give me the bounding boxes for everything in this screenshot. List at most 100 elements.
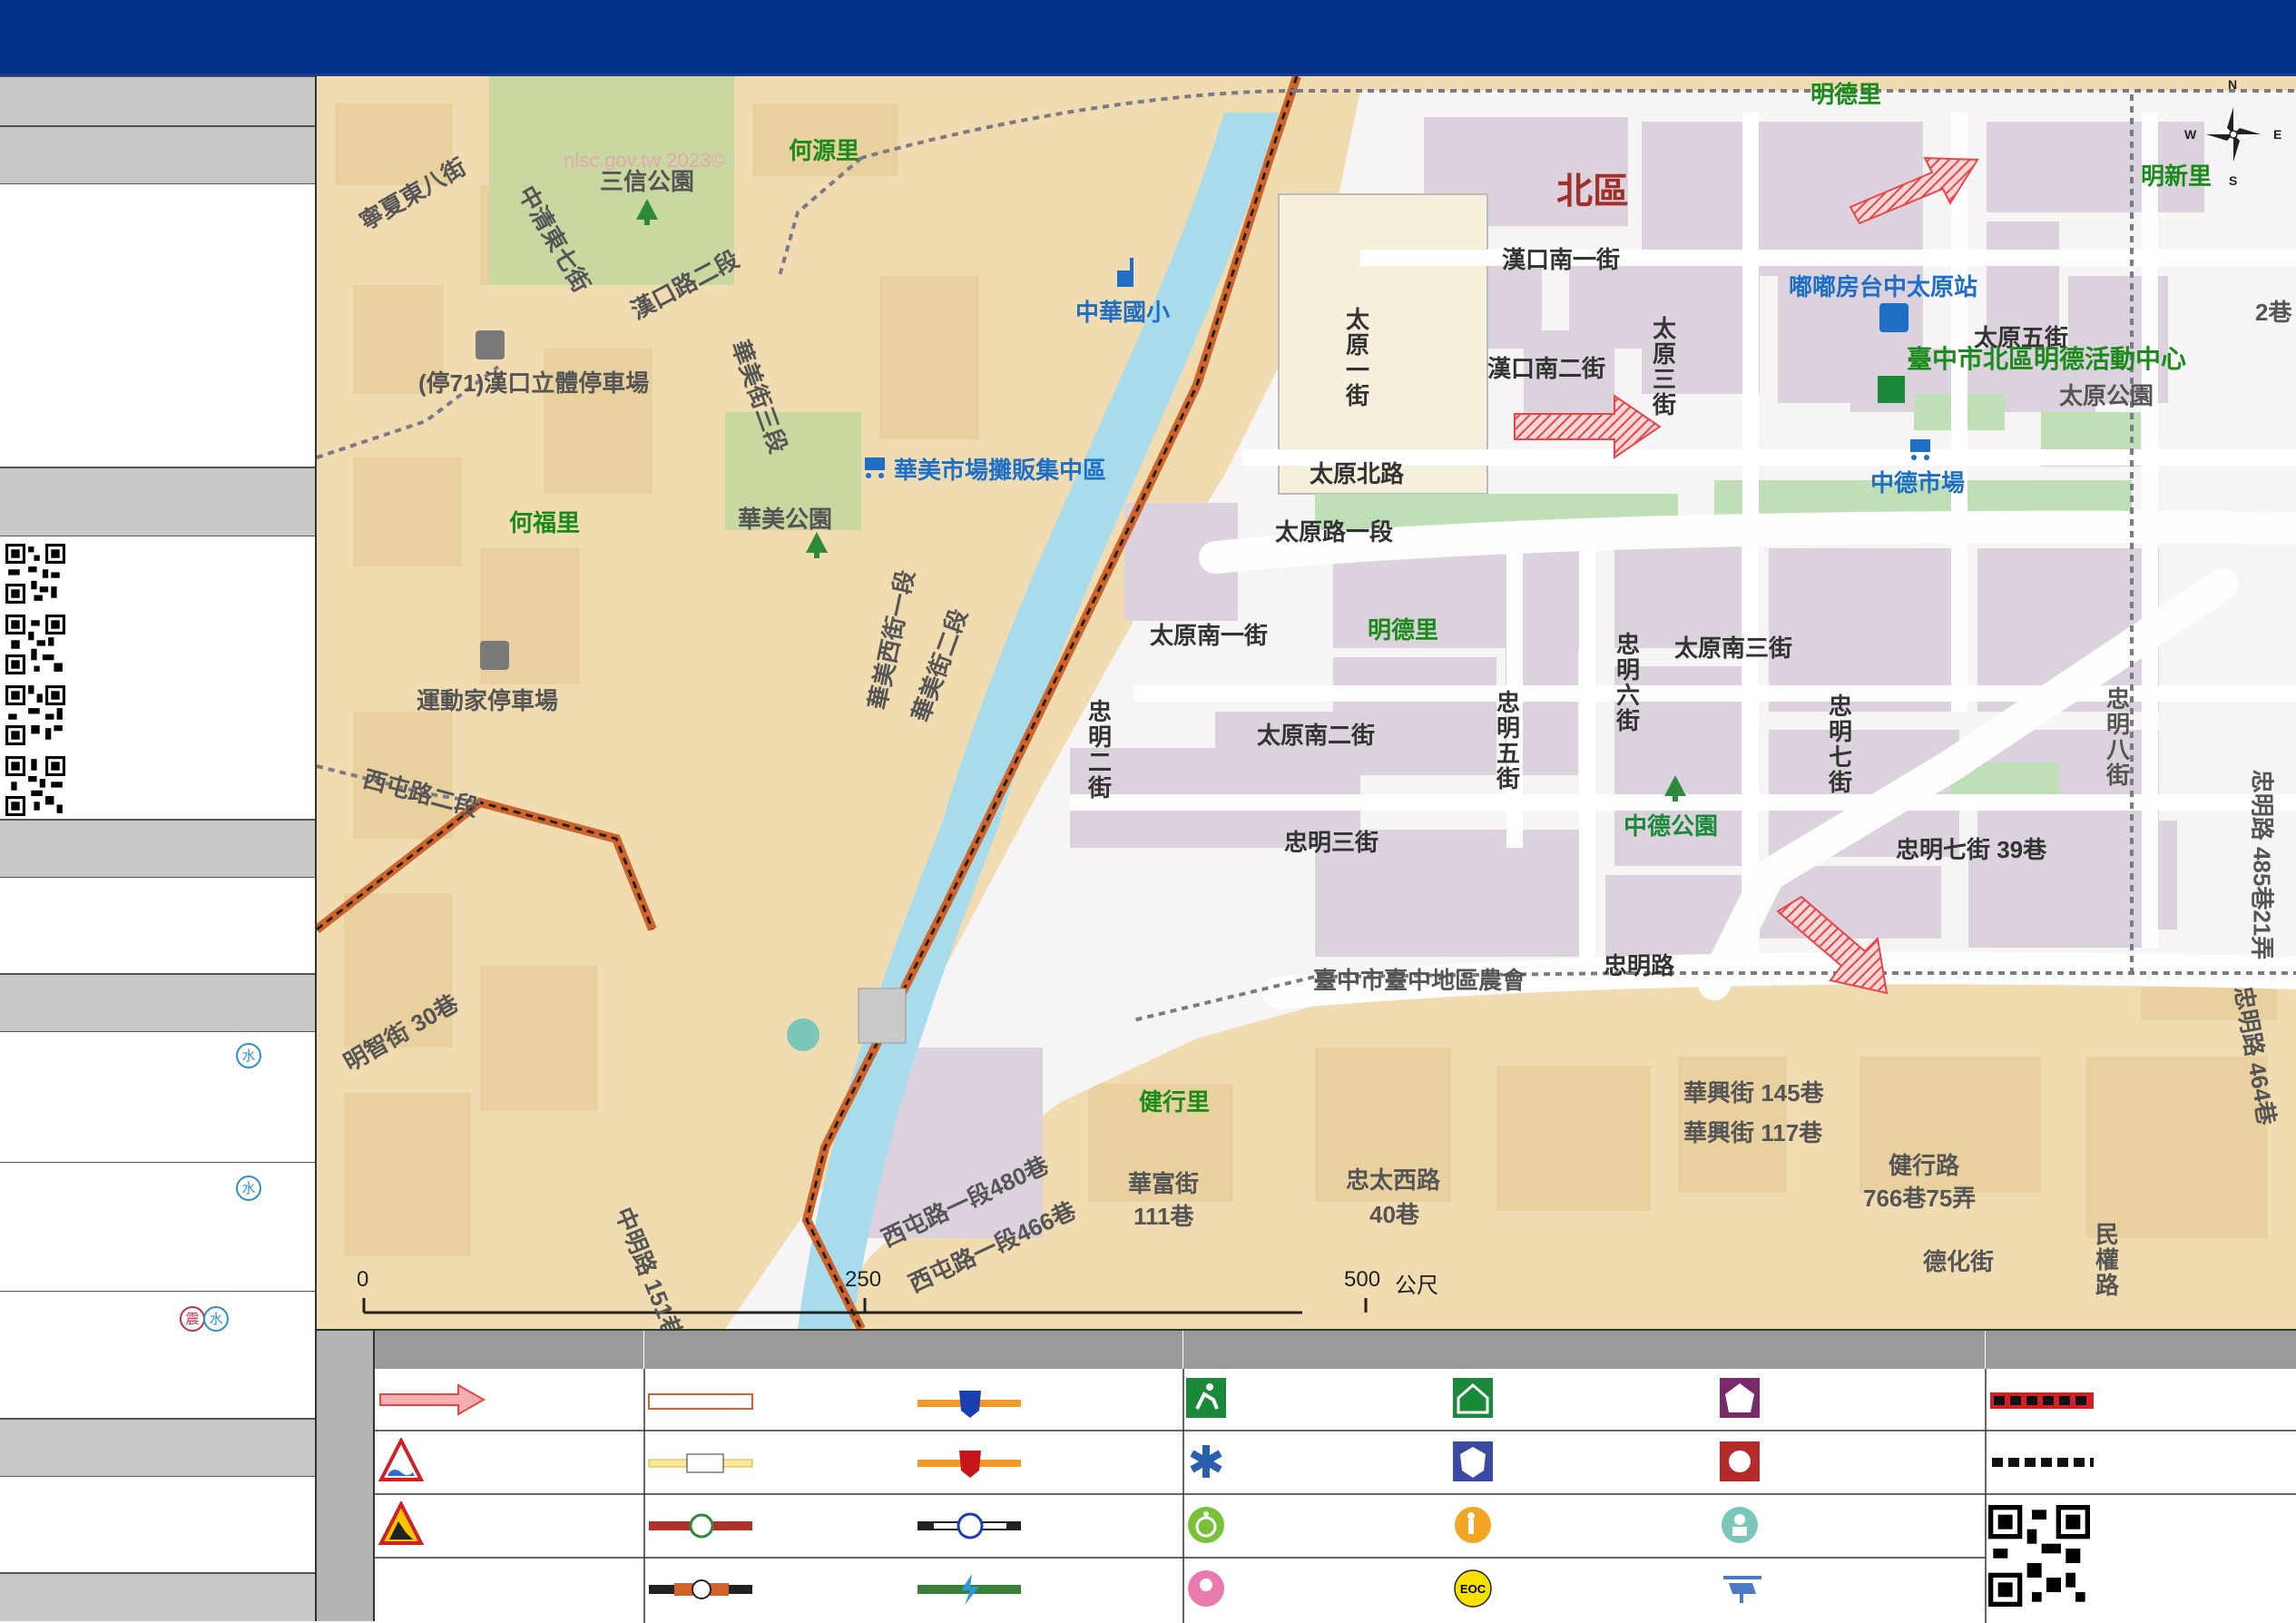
poi-label: 太原公園 bbox=[2059, 382, 2154, 409]
poi-label: 嘟嘟房台中太原站 bbox=[1789, 273, 1978, 300]
street-label: 忠太西路 bbox=[1346, 1166, 1441, 1194]
district-label: 北區 bbox=[1556, 172, 1629, 211]
street-label: 太原南三街 bbox=[1674, 634, 1793, 662]
qr-panel bbox=[0, 536, 315, 820]
earthquake-badge: 震 bbox=[180, 1306, 205, 1332]
poi-label: 運動家停車場 bbox=[417, 687, 559, 714]
street-label: 漢口南二街 bbox=[1487, 355, 1606, 382]
street-label: 華富街 bbox=[1128, 1170, 1200, 1197]
village-label: 健行里 bbox=[1139, 1088, 1211, 1116]
street-label: 太原南一街 bbox=[1150, 622, 1269, 649]
street-label: 忠明路 485巷21弄 bbox=[2248, 769, 2276, 960]
poi-label: 中華國小 bbox=[1075, 299, 1171, 326]
elderly-icon bbox=[1455, 1507, 1491, 1543]
sidebar: 水 水 震 水 bbox=[0, 76, 317, 1621]
street-label: 華興街 145巷 bbox=[1683, 1079, 1824, 1107]
village-label: 何源里 bbox=[789, 137, 860, 164]
village-label: 明德里 bbox=[1368, 616, 1439, 644]
street-label: 忠明八街 bbox=[2106, 685, 2131, 789]
flood-warning-icon bbox=[378, 1438, 424, 1481]
poi-label: 中德公園 bbox=[1624, 812, 1719, 840]
sidebar-header-5 bbox=[0, 974, 315, 1032]
shield-red-icon bbox=[917, 1451, 1021, 1478]
medical-icon bbox=[1190, 1445, 1222, 1478]
refuge-icon bbox=[1720, 1378, 1760, 1418]
street-label: 111巷 bbox=[1133, 1203, 1194, 1230]
street-label: 766巷75弄 bbox=[1863, 1185, 1977, 1212]
landslide-warning-icon bbox=[378, 1501, 424, 1545]
scale-tick: 250 bbox=[845, 1267, 882, 1292]
evacuation-icon bbox=[1186, 1378, 1226, 1418]
qr-code[interactable] bbox=[5, 756, 65, 816]
boundary-red-icon bbox=[1990, 1392, 2094, 1409]
sidebar-header-1 bbox=[0, 76, 315, 126]
street-label: 忠明五街 bbox=[1496, 689, 1521, 792]
qr-icon[interactable] bbox=[1988, 1505, 2090, 1607]
child-care-icon bbox=[1722, 1507, 1758, 1543]
legend-panel: EOC bbox=[317, 1329, 2296, 1623]
fire-icon bbox=[1720, 1441, 1760, 1481]
street-label: 忠明三街 bbox=[1284, 829, 1379, 856]
sidebar-box-7 bbox=[0, 1477, 315, 1573]
street-label: 忠明七街 bbox=[1829, 693, 1853, 796]
poi-label: 臺中市北區明德活動中心 bbox=[1907, 345, 2187, 373]
family-icon bbox=[1188, 1570, 1224, 1607]
street-label: 太原南二街 bbox=[1257, 722, 1376, 749]
village-label: 明德里 bbox=[1810, 81, 1882, 108]
street-label: 40巷 bbox=[1369, 1201, 1419, 1228]
water-badge: 水 bbox=[236, 1043, 261, 1068]
street-label: 民權路 bbox=[2095, 1221, 2120, 1299]
compass-s: S bbox=[2229, 173, 2238, 188]
police-icon bbox=[1453, 1441, 1493, 1481]
map-canvas bbox=[317, 76, 2296, 1329]
sidebar-header-4 bbox=[0, 820, 315, 878]
accessible-icon bbox=[1188, 1507, 1224, 1543]
shelter-entry-2: 水 bbox=[0, 1163, 315, 1292]
street-label: 忠明六街 bbox=[1616, 631, 1641, 734]
sidebar-header-3 bbox=[0, 467, 315, 536]
scale-tick: 500 bbox=[1344, 1267, 1381, 1292]
arrow-icon bbox=[379, 1383, 486, 1416]
compass-w: W bbox=[2184, 127, 2197, 142]
road-flower-icon bbox=[649, 1579, 752, 1599]
poi-label: 華美公園 bbox=[738, 506, 833, 533]
poi-label: 華美市場攤販集中區 bbox=[894, 457, 1107, 484]
poi-label: 三信公園 bbox=[600, 168, 695, 195]
poi-label: 臺中市臺中地區農會 bbox=[1313, 967, 1526, 994]
power-line-icon bbox=[917, 1574, 1021, 1605]
eoc-text: EOC bbox=[1460, 1582, 1487, 1596]
helicopter-icon bbox=[1723, 1576, 1761, 1603]
street-label: 2巷 bbox=[2255, 299, 2292, 326]
street-label: 忠明二街 bbox=[1088, 698, 1113, 802]
street-label: 德化街 bbox=[1923, 1248, 1995, 1275]
street-label: 漢口南一街 bbox=[1502, 246, 1621, 273]
sidebar-header-6 bbox=[0, 1419, 315, 1477]
evacuation-map[interactable]: 北區 nlsc.gov.tw 2023© 明德里 明新里 何源里 何福里 健行里… bbox=[317, 76, 2296, 1329]
water-badge: 水 bbox=[203, 1306, 229, 1332]
compass-n: N bbox=[2228, 77, 2238, 92]
street-label: 太原一街 bbox=[1346, 306, 1370, 409]
shelter-entry-3: 震 水 bbox=[0, 1292, 315, 1419]
street-label: 太原路一段 bbox=[1275, 518, 1394, 546]
road-outline-icon bbox=[648, 1393, 753, 1410]
shelter-icon bbox=[1453, 1378, 1493, 1418]
village-label: 何福里 bbox=[509, 509, 581, 536]
road-yellow-icon bbox=[648, 1453, 753, 1473]
shield-blue-icon bbox=[917, 1391, 1021, 1418]
sidebar-header-7 bbox=[0, 1573, 315, 1621]
title-bar bbox=[0, 0, 2296, 76]
boundary-black-icon bbox=[1992, 1458, 2094, 1467]
shelter-entry-1: 水 bbox=[0, 1032, 315, 1163]
scale-tick: 0 bbox=[357, 1267, 369, 1292]
village-label: 明新里 bbox=[2141, 162, 2213, 190]
qr-code[interactable] bbox=[5, 544, 65, 604]
water-badge: 水 bbox=[236, 1175, 261, 1201]
street-label: 忠明七街 39巷 bbox=[1896, 836, 2047, 863]
qr-code[interactable] bbox=[5, 615, 65, 674]
street-label: 太原北路 bbox=[1310, 460, 1405, 487]
street-label: 太原三街 bbox=[1653, 315, 1677, 418]
road-green-icon bbox=[649, 1513, 752, 1539]
sidebar-header-2 bbox=[0, 126, 315, 184]
sidebar-box-5 bbox=[0, 878, 315, 974]
qr-code[interactable] bbox=[5, 685, 65, 745]
